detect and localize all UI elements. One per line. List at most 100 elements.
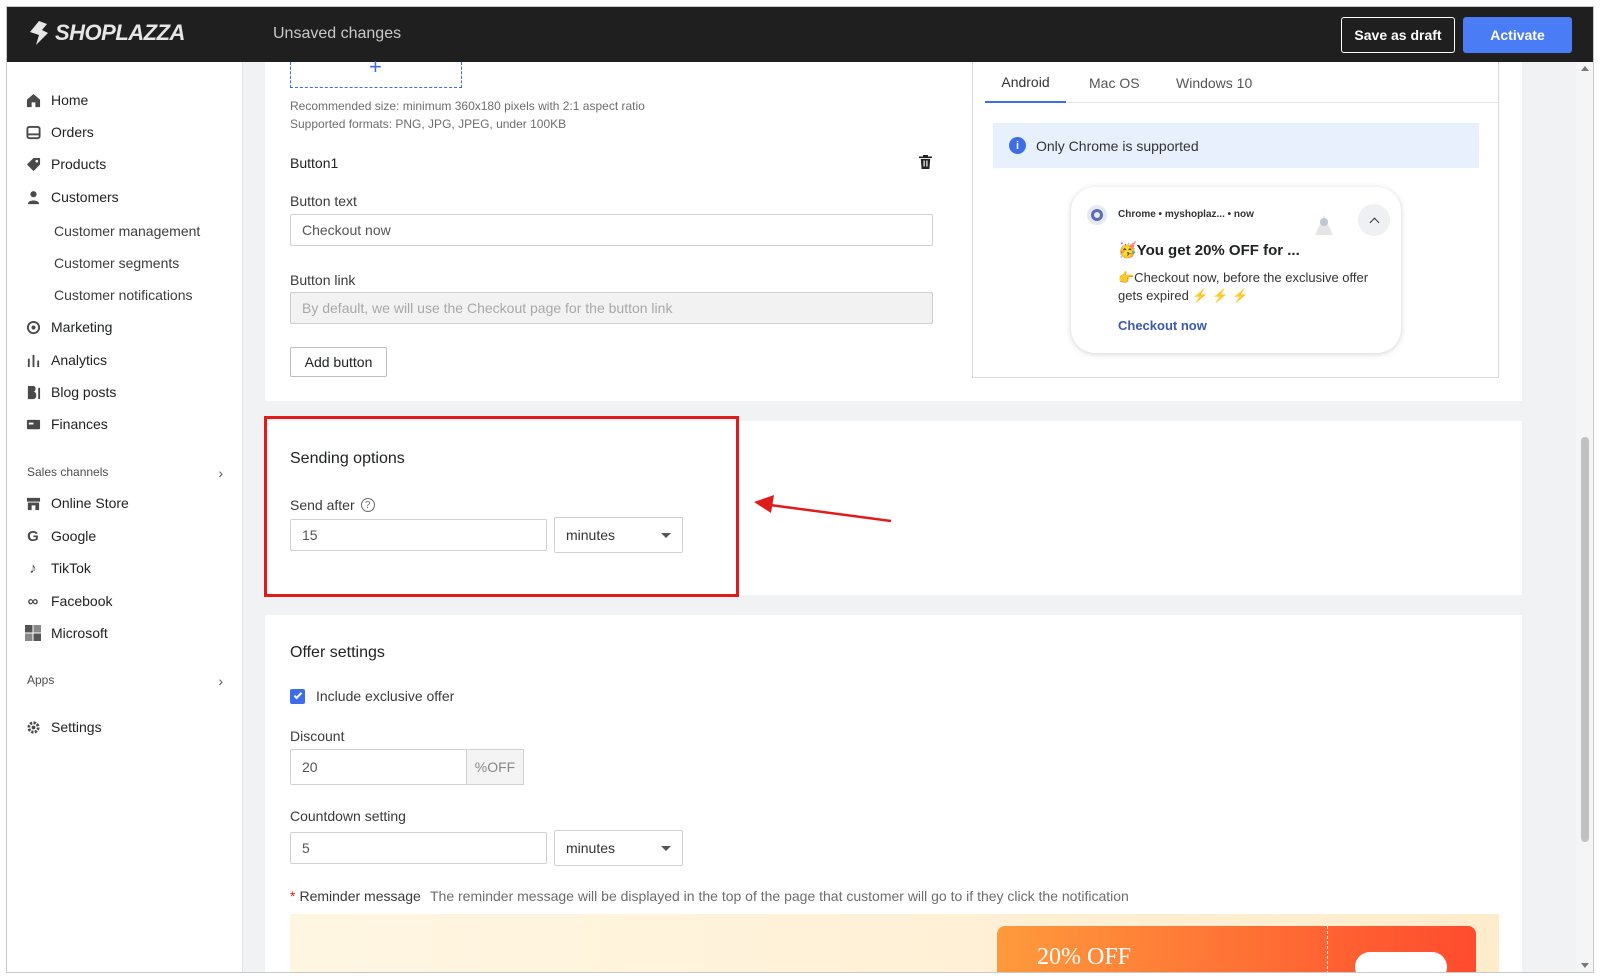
marketing-icon bbox=[25, 319, 41, 335]
app-window: SHOPLAZZA Unsaved changes Save as draft … bbox=[6, 6, 1594, 973]
offer-banner: 20% OFF bbox=[997, 926, 1476, 972]
tab-android[interactable]: Android bbox=[985, 62, 1066, 103]
trash-icon[interactable] bbox=[919, 155, 933, 170]
tab-windows-10[interactable]: Windows 10 bbox=[1176, 62, 1252, 103]
reminder-label: Reminder message bbox=[299, 888, 421, 904]
sidebar-item-settings[interactable]: Settings bbox=[25, 715, 102, 739]
scroll-up-icon[interactable] bbox=[1581, 66, 1589, 71]
chevron-right-icon: › bbox=[218, 465, 223, 481]
apps-header[interactable]: Apps › bbox=[27, 673, 223, 689]
sidebar-item-label: Orders bbox=[51, 124, 94, 140]
sidebar-item-label: Facebook bbox=[51, 593, 113, 609]
scrollbar-thumb[interactable] bbox=[1581, 437, 1589, 842]
button1-title: Button1 bbox=[290, 155, 339, 171]
reminder-label-row: * Reminder message bbox=[290, 888, 421, 904]
collapse-button[interactable] bbox=[1358, 204, 1390, 236]
sidebar-item-label: Products bbox=[51, 156, 107, 172]
checkbox-checked-icon bbox=[290, 688, 305, 704]
sidebar-item-label: Marketing bbox=[51, 319, 113, 335]
gear-icon bbox=[25, 719, 41, 735]
shoplazza-logo-icon bbox=[30, 21, 48, 45]
sidebar-item-label: Settings bbox=[51, 719, 102, 735]
vertical-scrollbar[interactable] bbox=[1576, 62, 1593, 972]
caret-down-icon bbox=[661, 845, 671, 851]
sidebar-item-marketing[interactable]: Marketing bbox=[25, 315, 112, 339]
tab-mac-os[interactable]: Mac OS bbox=[1089, 62, 1140, 103]
sidebar-subitem-customer-notifications[interactable]: Customer notifications bbox=[54, 287, 193, 303]
chrome-support-notice: i Only Chrome is supported bbox=[993, 123, 1479, 168]
activate-button[interactable]: Activate bbox=[1463, 17, 1572, 53]
google-icon: G bbox=[27, 527, 39, 545]
sidebar-item-products[interactable]: Products bbox=[25, 152, 106, 176]
banner-claim-button[interactable] bbox=[1355, 952, 1447, 972]
unsaved-status: Unsaved changes bbox=[273, 25, 402, 42]
tag-icon bbox=[25, 156, 41, 172]
sales-channels-header[interactable]: Sales channels › bbox=[27, 465, 223, 481]
banner-text: 20% OFF bbox=[1037, 944, 1132, 970]
notification-preview: Chrome • myshoplaz... • now 🥳You get 20%… bbox=[1071, 187, 1401, 353]
image-size-hint: Recommended size: minimum 360x180 pixels… bbox=[290, 99, 645, 113]
sidebar-item-microsoft[interactable]: Microsoft bbox=[25, 621, 108, 645]
countdown-label: Countdown setting bbox=[290, 808, 406, 824]
countdown-input[interactable]: 5 bbox=[290, 832, 547, 864]
sidebar-item-label: Blog posts bbox=[51, 384, 117, 400]
banner-divider bbox=[1327, 926, 1328, 972]
reminder-banner-preview: 20% OFF bbox=[290, 914, 1499, 972]
include-offer-label: Include exclusive offer bbox=[316, 688, 455, 704]
image-upload-area[interactable]: + bbox=[290, 56, 462, 88]
sidebar-item-label: Home bbox=[51, 92, 89, 108]
button-link-label: Button link bbox=[290, 272, 356, 288]
top-bar: SHOPLAZZA Unsaved changes Save as draft … bbox=[7, 7, 1593, 62]
blog-icon bbox=[25, 384, 41, 400]
notification-action[interactable]: Checkout now bbox=[1118, 318, 1207, 333]
scroll-down-icon[interactable] bbox=[1581, 963, 1589, 968]
button-text-input[interactable]: Checkout now bbox=[290, 214, 933, 246]
required-mark: * bbox=[290, 888, 296, 904]
preview-panel: Android Mac OS Windows 10 i Only Chrome … bbox=[972, 62, 1499, 378]
sidebar-item-google[interactable]: G Google bbox=[25, 524, 96, 548]
include-offer-checkbox[interactable]: Include exclusive offer bbox=[290, 688, 454, 704]
sidebar-item-analytics[interactable]: Analytics bbox=[25, 348, 107, 372]
sidebar-item-customers[interactable]: Customers bbox=[25, 185, 119, 209]
save-draft-button[interactable]: Save as draft bbox=[1341, 17, 1455, 53]
brand-name: SHOPLAZZA bbox=[55, 20, 185, 45]
chrome-icon bbox=[1087, 205, 1107, 225]
sidebar-item-finances[interactable]: Finances bbox=[25, 412, 108, 436]
sidebar-item-tiktok[interactable]: ♪ TikTok bbox=[25, 556, 91, 580]
button-text-label: Button text bbox=[290, 193, 357, 209]
store-icon bbox=[25, 495, 41, 511]
sidebar-item-home[interactable]: Home bbox=[25, 88, 88, 112]
brand-logo[interactable]: SHOPLAZZA bbox=[27, 20, 185, 46]
notification-title: 🥳You get 20% OFF for ... bbox=[1118, 242, 1300, 259]
chevron-right-icon: › bbox=[218, 673, 223, 689]
image-format-hint: Supported formats: PNG, JPG, JPEG, under… bbox=[290, 117, 567, 131]
meta-icon: ∞ bbox=[27, 592, 39, 610]
microsoft-icon bbox=[25, 625, 41, 641]
notification-content-card: + Recommended size: minimum 360x180 pixe… bbox=[265, 56, 1522, 401]
discount-input[interactable]: 20 bbox=[290, 749, 467, 785]
analytics-icon bbox=[25, 352, 41, 368]
platform-tabs: Android Mac OS Windows 10 bbox=[985, 62, 1499, 103]
discount-suffix: %OFF bbox=[466, 749, 524, 785]
reminder-hint: The reminder message will be displayed i… bbox=[430, 888, 1129, 904]
apps-label: Apps bbox=[27, 673, 55, 687]
sidebar-item-online-store[interactable]: Online Store bbox=[25, 491, 129, 515]
sidebar-item-orders[interactable]: Orders bbox=[25, 120, 94, 144]
notice-text: Only Chrome is supported bbox=[1036, 137, 1199, 154]
plus-icon: + bbox=[369, 54, 382, 79]
button-link-input[interactable]: By default, we will use the Checkout pag… bbox=[290, 292, 933, 324]
sidebar-subitem-customer-segments[interactable]: Customer segments bbox=[54, 255, 179, 271]
add-button[interactable]: Add button bbox=[290, 347, 387, 377]
person-icon bbox=[25, 189, 41, 205]
countdown-unit-value: minutes bbox=[566, 840, 616, 856]
sidebar-item-blog-posts[interactable]: Blog posts bbox=[25, 380, 116, 404]
countdown-unit-select[interactable]: minutes bbox=[554, 830, 683, 866]
sidebar-item-label: Customers bbox=[51, 189, 119, 205]
orders-icon bbox=[25, 124, 41, 140]
sidebar-item-label: Analytics bbox=[51, 352, 108, 368]
sidebar-item-facebook[interactable]: ∞ Facebook bbox=[25, 589, 113, 613]
sidebar-item-label: Finances bbox=[51, 416, 108, 432]
tiktok-icon: ♪ bbox=[29, 559, 37, 577]
highlight-box bbox=[264, 416, 739, 597]
sidebar-subitem-customer-management[interactable]: Customer management bbox=[54, 223, 200, 239]
